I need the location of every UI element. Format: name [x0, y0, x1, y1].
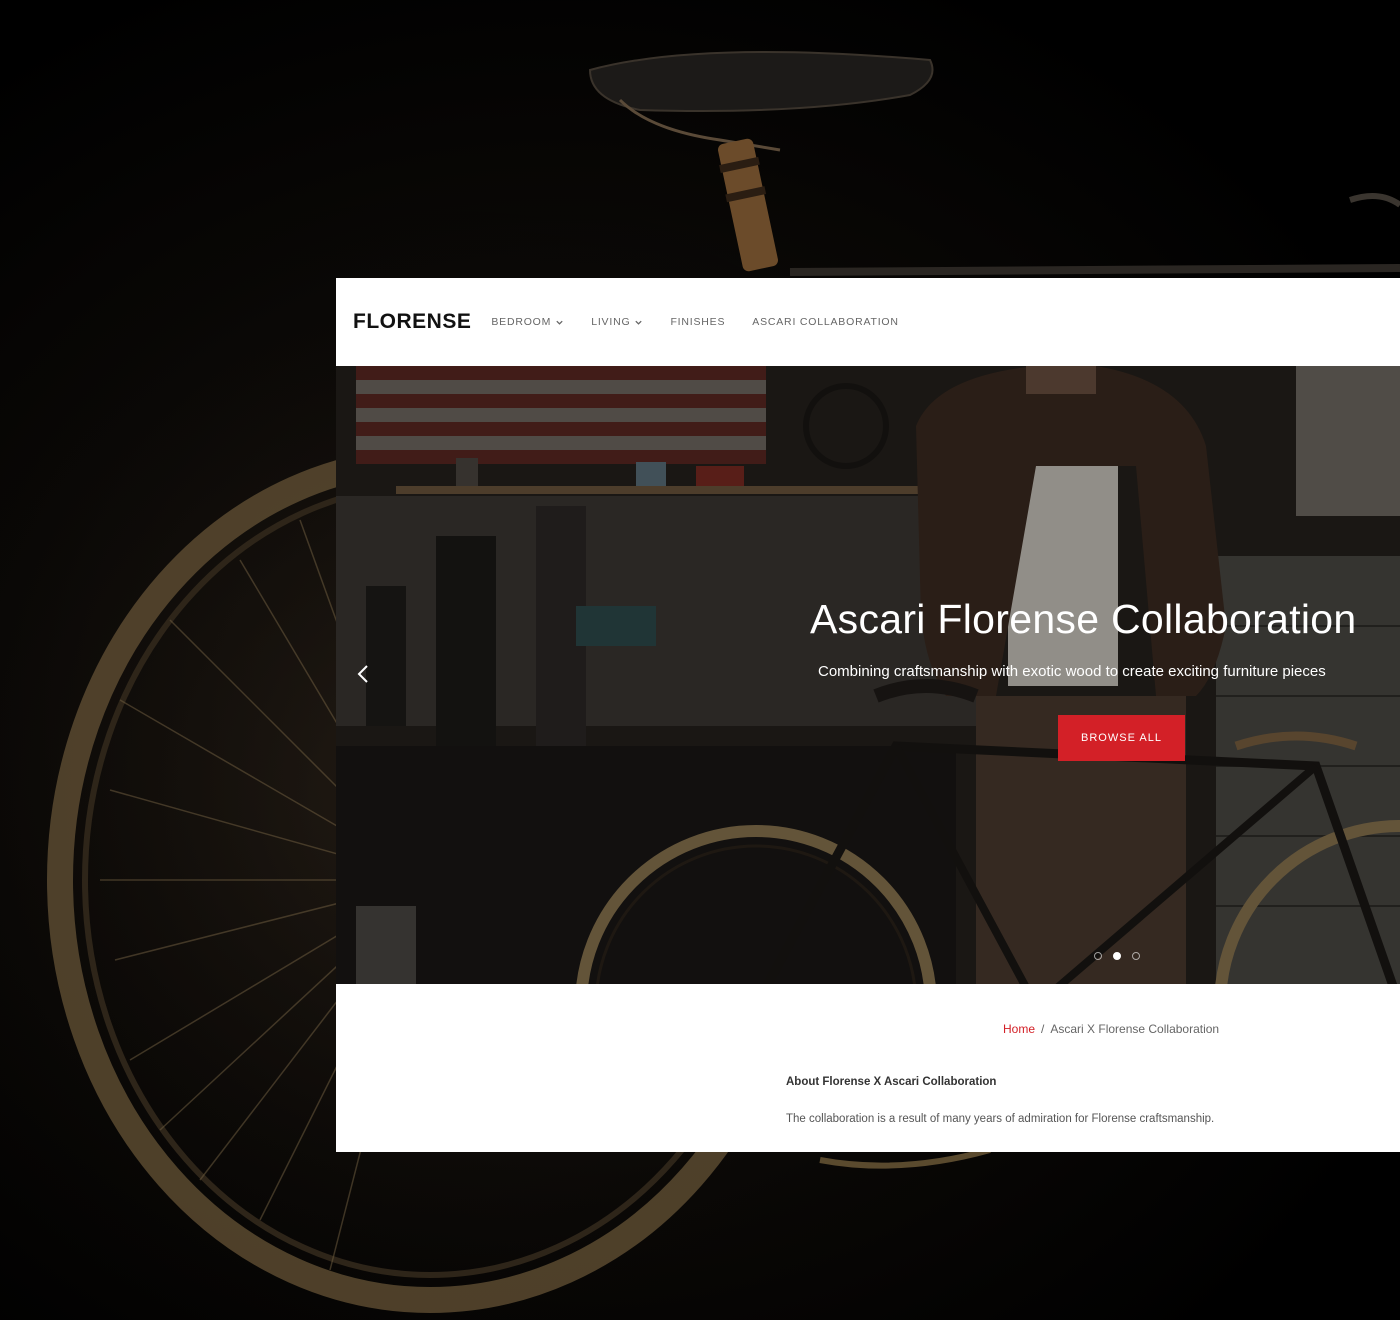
breadcrumb-separator: / — [1041, 1022, 1045, 1036]
nav-item-finishes[interactable]: FINISHES — [670, 316, 725, 328]
website-preview-window: FLORENSE BEDROOM LIVING FINISHES ASCARI … — [336, 278, 1400, 1152]
top-navbar: FLORENSE BEDROOM LIVING FINISHES ASCARI … — [336, 278, 1400, 366]
chevron-down-icon — [635, 320, 643, 325]
about-heading: About Florense X Ascari Collaboration — [786, 1076, 997, 1088]
showcase-stage: FLORENSE BEDROOM LIVING FINISHES ASCARI … — [0, 0, 1400, 1320]
nav-item-label: ASCARI COLLABORATION — [752, 316, 899, 328]
slider-dot-active[interactable] — [1113, 952, 1121, 960]
breadcrumb: Home / Ascari X Florense Collaboration — [1003, 1022, 1219, 1036]
nav-item-label: FINISHES — [670, 316, 726, 328]
chevron-down-icon — [556, 320, 563, 325]
chevron-left-icon[interactable] — [352, 662, 376, 686]
nav-item-label: BEDROOM — [491, 316, 552, 328]
nav-item-bedroom[interactable]: BEDROOM — [491, 316, 564, 328]
nav-item-label: LIVING — [591, 316, 631, 328]
florense-logo[interactable]: FLORENSE — [353, 310, 471, 334]
slider-dots — [1094, 952, 1140, 960]
nav-item-ascari-collaboration[interactable]: ASCARI COLLABORATION — [752, 316, 899, 328]
about-paragraph: The collaboration is a result of many ye… — [786, 1113, 1215, 1125]
hero-subtitle: Combining craftsmanship with exotic wood… — [818, 663, 1326, 680]
nav-item-living[interactable]: LIVING — [591, 316, 643, 328]
browse-all-button[interactable]: BROWSE ALL — [1058, 715, 1185, 761]
main-nav: BEDROOM LIVING FINISHES ASCARI COLLABORA… — [491, 316, 925, 328]
hero-slider: Ascari Florense Collaboration Combining … — [336, 366, 1400, 984]
hero-title: Ascari Florense Collaboration — [810, 596, 1357, 642]
slider-dot[interactable] — [1094, 952, 1102, 960]
breadcrumb-home-link[interactable]: Home — [1003, 1022, 1035, 1036]
slider-dot[interactable] — [1132, 952, 1140, 960]
breadcrumb-current: Ascari X Florense Collaboration — [1050, 1022, 1220, 1036]
